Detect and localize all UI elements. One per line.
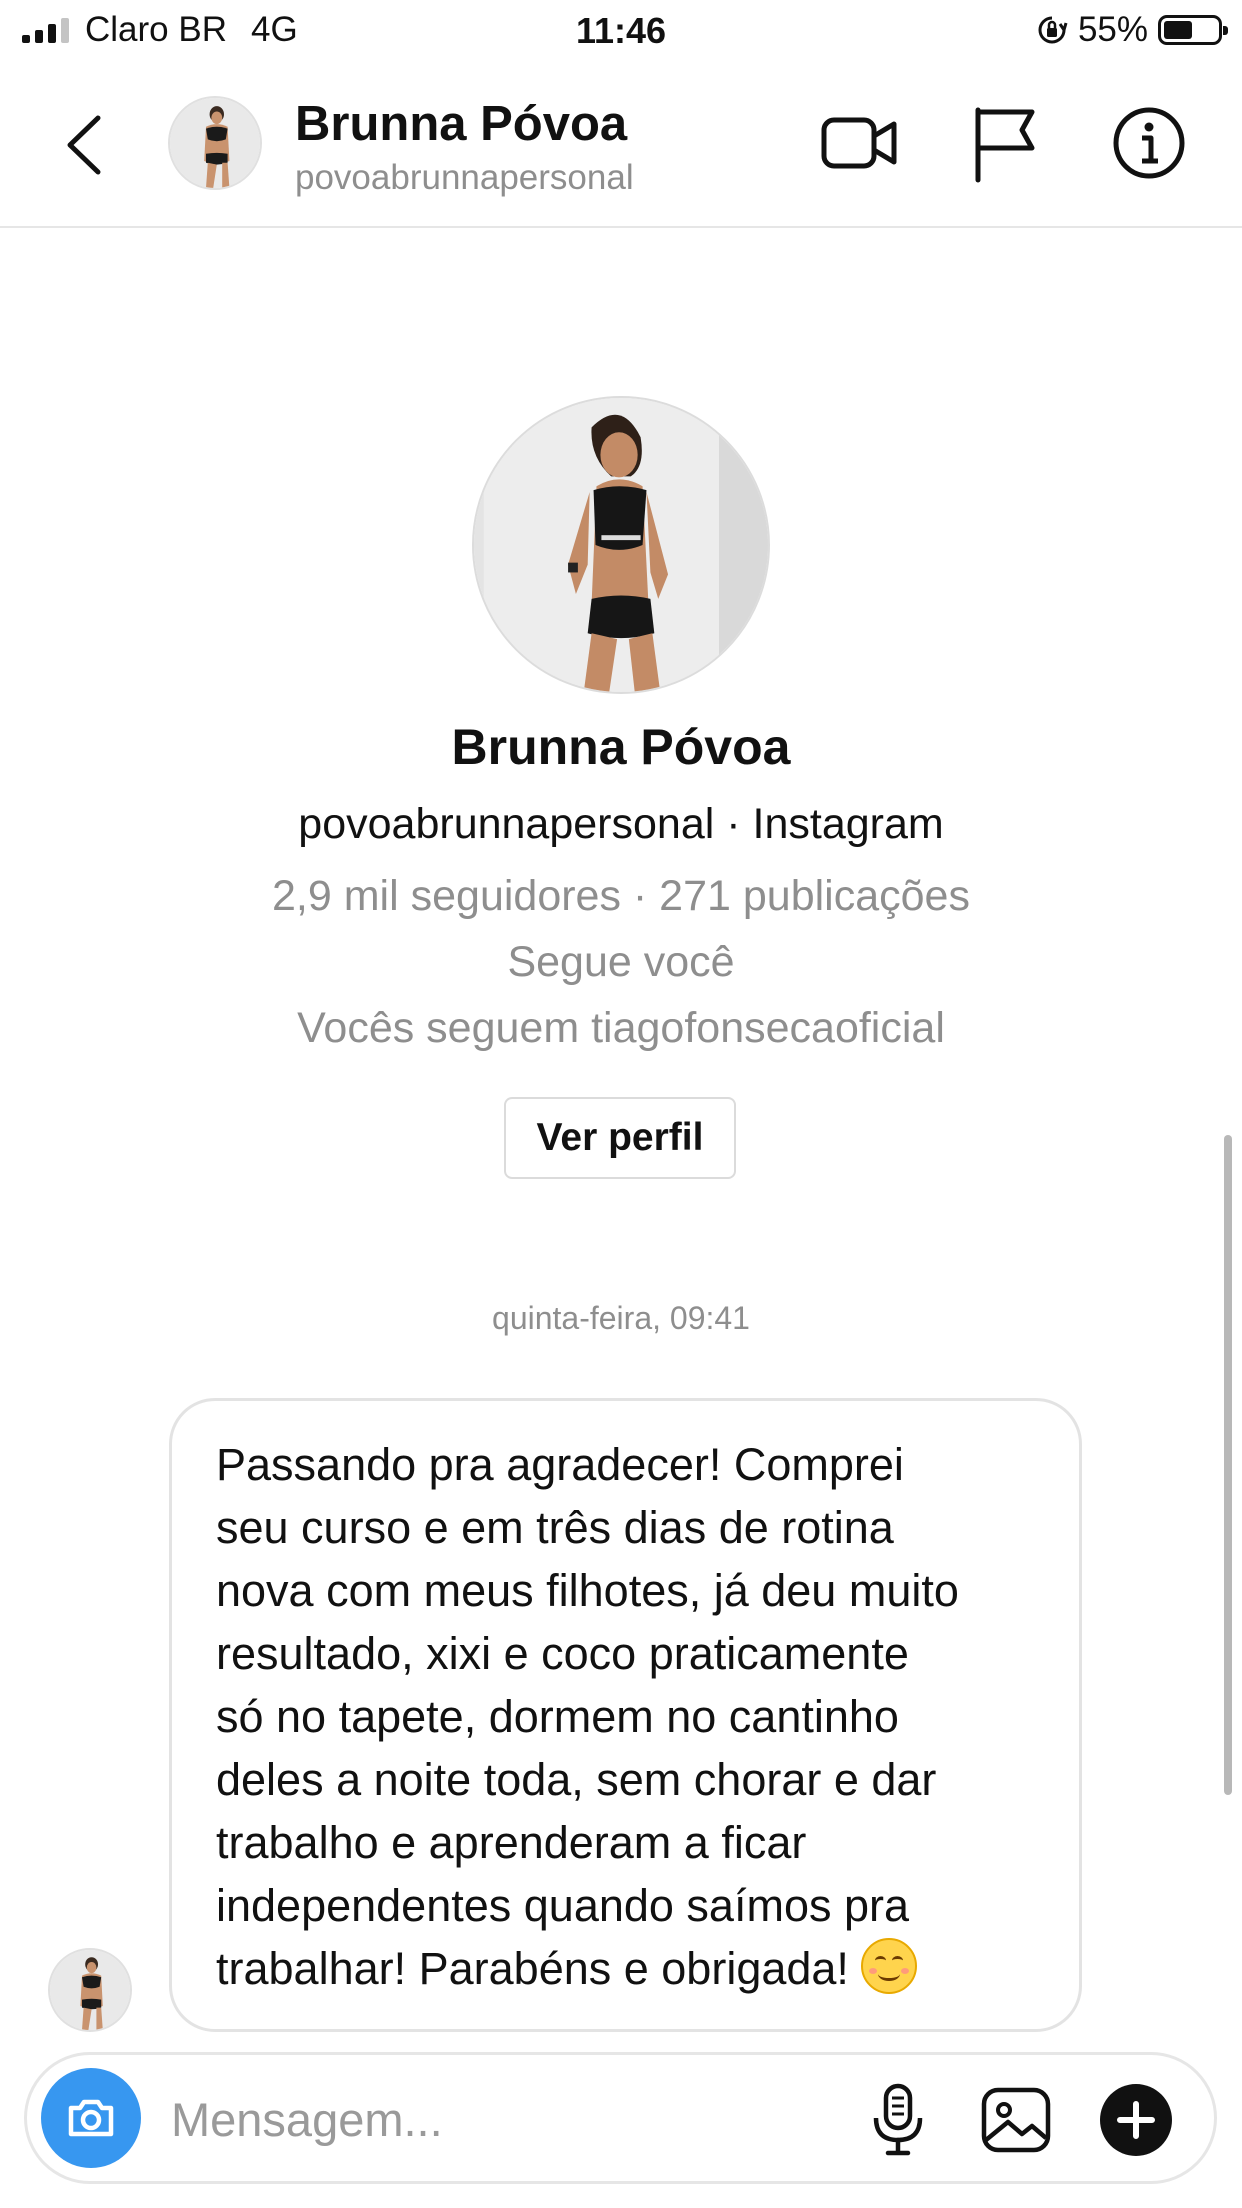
conversation-header: Brunna Póvoa povoabrunnapersonal [0,62,1242,228]
smiling-face-emoji [861,1938,918,1994]
avatar-photo [50,1950,130,2030]
status-right: 55% [1036,10,1228,50]
status-bar: Claro BR 4G 11:46 55% [0,0,1242,62]
info-icon[interactable] [1106,100,1192,186]
view-profile-button[interactable]: Ver perfil [504,1097,736,1179]
gallery-button[interactable] [971,2075,1061,2165]
message-composer [24,2052,1217,2184]
message-line: trabalho e aprenderam a ficar [216,1817,807,1868]
video-camera-icon[interactable] [816,100,902,186]
battery-percent: 55% [1077,10,1148,49]
flag-icon[interactable] [962,100,1048,186]
message-line: Passando pra agradecer! Comprei [216,1439,904,1490]
header-name[interactable]: Brunna Póvoa [295,96,627,152]
camera-icon [68,2099,114,2137]
follows-you-label: Segue você [507,938,735,986]
message-input[interactable] [171,2081,871,2157]
sender-avatar[interactable] [48,1948,132,2032]
profile-stats: 2,9 mil seguidores · 271 publicações [272,872,970,920]
message-line: resultado, xixi e coco praticamente [216,1628,909,1679]
mutual-follow-label: Vocês seguem tiagofonsecaoficial [297,1004,945,1052]
message-line: só no tapete, dormem no cantinho [216,1691,899,1742]
message-line: nova com meus filhotes, já deu muito [216,1565,959,1616]
message-last-line: trabalhar! Parabéns e obrigada! [216,1937,1035,2000]
scrollbar[interactable] [1224,1135,1232,1795]
message-line: independentes quando saímos pra [216,1880,910,1931]
plus-button[interactable] [1091,2075,1181,2165]
battery-icon [1158,15,1228,45]
avatar-photo [170,98,260,188]
orientation-lock-icon [1038,16,1068,44]
gallery-icon [981,2087,1051,2153]
profile-subtitle: povoabrunnapersonal · Instagram [298,800,944,848]
back-arrow-icon[interactable] [58,110,118,180]
header-avatar[interactable] [168,96,262,190]
profile-name: Brunna Póvoa [451,719,791,775]
plus-icon [1100,2084,1172,2156]
profile-avatar[interactable] [472,396,770,694]
microphone-icon [873,2083,923,2156]
header-username[interactable]: povoabrunnapersonal [295,158,634,198]
message-line: trabalhar! Parabéns e obrigada! [216,1943,849,1994]
message-bubble[interactable]: Passando pra agradecer! Comprei seu curs… [169,1398,1082,2032]
message-timestamp: quinta-feira, 09:41 [492,1300,750,1336]
message-line: seu curso e em três dias de rotina [216,1502,894,1553]
microphone-button[interactable] [853,2075,943,2165]
profile-photo [474,398,768,692]
camera-button[interactable] [41,2068,141,2168]
message-line: deles a noite toda, sem chorar e dar [216,1754,937,1805]
